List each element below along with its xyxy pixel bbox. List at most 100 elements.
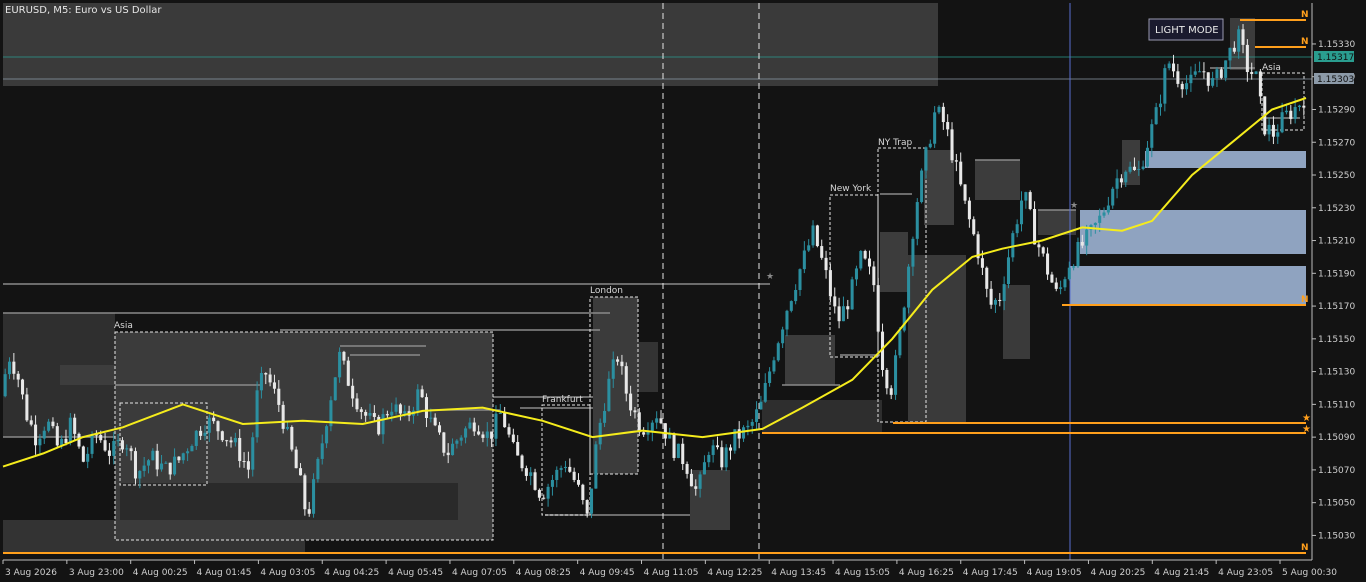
price-chart[interactable]: N N N N ★ ★ ★ ★ Asia London Frankfurt Ne… bbox=[0, 0, 1366, 582]
candle-body bbox=[924, 147, 928, 171]
session-label-london: London bbox=[590, 286, 623, 296]
candle-body bbox=[894, 355, 898, 395]
candle-body bbox=[750, 421, 754, 426]
session-label-new-york: New York bbox=[830, 184, 872, 194]
candle-body bbox=[25, 394, 29, 421]
y-tick-label: 1.15330 bbox=[1318, 40, 1355, 50]
candle-body bbox=[529, 472, 533, 476]
candle-body bbox=[1024, 192, 1028, 201]
x-tick-label: 4 Aug 13:45 bbox=[771, 568, 826, 578]
candle-body bbox=[1085, 229, 1089, 246]
candle-body bbox=[442, 432, 446, 453]
candle-body bbox=[963, 184, 967, 201]
light-mode-button[interactable]: LIGHT MODE bbox=[1148, 18, 1224, 41]
candle-body bbox=[307, 509, 311, 514]
candle-body bbox=[633, 410, 637, 413]
y-tick-label: 1.15170 bbox=[1318, 302, 1355, 312]
zone-blue bbox=[1145, 151, 1306, 168]
candle-body bbox=[989, 288, 993, 305]
candle-body bbox=[1271, 124, 1275, 137]
candle-body bbox=[1267, 124, 1271, 135]
candle-body bbox=[268, 374, 272, 383]
y-tick-label: 1.15050 bbox=[1318, 499, 1355, 509]
light-mode-button-label[interactable]: LIGHT MODE bbox=[1155, 25, 1219, 36]
candle-body bbox=[663, 423, 667, 439]
candle-body bbox=[129, 448, 133, 452]
candle-body bbox=[854, 268, 858, 280]
candle-body bbox=[429, 417, 433, 419]
candle-body bbox=[103, 440, 107, 451]
candle-body bbox=[967, 200, 971, 220]
candle-body bbox=[993, 299, 997, 305]
candle-body bbox=[498, 413, 502, 415]
candle-body bbox=[142, 465, 146, 471]
candle-body bbox=[364, 411, 368, 416]
candle-body bbox=[507, 427, 511, 435]
x-tick-label: 4 Aug 03:05 bbox=[260, 568, 315, 578]
range-box bbox=[785, 335, 835, 385]
candle-body bbox=[524, 468, 528, 476]
candle-body bbox=[225, 440, 229, 442]
candle-body bbox=[520, 455, 524, 469]
candle-body bbox=[1111, 188, 1115, 206]
candle-body bbox=[1132, 166, 1136, 170]
candle-body bbox=[151, 450, 155, 461]
candle-body bbox=[772, 360, 776, 372]
x-tick-label: 4 Aug 07:05 bbox=[452, 568, 507, 578]
candle-body bbox=[7, 361, 12, 375]
candle-body bbox=[1241, 29, 1245, 45]
candle-body bbox=[1250, 72, 1254, 74]
y-tick-label: 1.15270 bbox=[1318, 138, 1355, 148]
candle-body bbox=[724, 447, 728, 468]
session-label-frankfurt: Frankfurt bbox=[542, 395, 583, 405]
candle-body bbox=[359, 409, 363, 412]
candle-body bbox=[485, 431, 489, 438]
candle-body bbox=[694, 486, 698, 489]
candle-body bbox=[559, 468, 563, 470]
candle-body bbox=[1206, 72, 1210, 86]
candle-body bbox=[1102, 212, 1106, 216]
candle-body bbox=[1185, 83, 1189, 90]
candle-body bbox=[659, 418, 663, 424]
candle-body bbox=[763, 382, 767, 402]
candle-body bbox=[920, 170, 924, 203]
candle-body bbox=[1176, 71, 1180, 84]
candle-body bbox=[980, 258, 984, 268]
candle-body bbox=[1202, 71, 1206, 73]
candle-body bbox=[451, 443, 455, 456]
candle-body bbox=[68, 417, 72, 443]
candle-body bbox=[459, 437, 463, 441]
candle-body bbox=[755, 409, 759, 422]
y-tick-label: 1.15090 bbox=[1318, 433, 1355, 443]
candle-body bbox=[937, 106, 941, 113]
candle-body bbox=[125, 448, 129, 450]
candle-body bbox=[34, 424, 38, 446]
candle-body bbox=[1245, 44, 1249, 73]
candle-body bbox=[164, 462, 168, 464]
candle-body bbox=[954, 160, 958, 162]
candle-body bbox=[238, 437, 242, 462]
candle-body bbox=[294, 449, 298, 469]
candle-body bbox=[194, 430, 198, 446]
candle-body bbox=[655, 418, 659, 423]
candle-body bbox=[1258, 71, 1262, 97]
candle-body bbox=[1006, 257, 1011, 285]
candle-body bbox=[1033, 209, 1037, 245]
candle-body bbox=[1106, 205, 1110, 213]
x-tick-label: 5 Aug 00:30 bbox=[1282, 568, 1337, 578]
range-box bbox=[908, 255, 966, 423]
candle-body bbox=[572, 471, 576, 480]
candle-body bbox=[42, 430, 46, 439]
candle-body bbox=[64, 438, 68, 443]
candle-body bbox=[872, 266, 876, 286]
candle-body bbox=[516, 442, 520, 456]
candle-body bbox=[177, 456, 181, 461]
candle-body bbox=[885, 369, 889, 389]
candle-body bbox=[728, 447, 733, 451]
candle-body bbox=[1224, 60, 1228, 78]
candle-body bbox=[681, 443, 685, 465]
candle-body bbox=[1237, 29, 1241, 52]
candle-body bbox=[1150, 124, 1154, 148]
candle-body bbox=[737, 429, 741, 439]
level-marker-n: N bbox=[1301, 295, 1309, 305]
